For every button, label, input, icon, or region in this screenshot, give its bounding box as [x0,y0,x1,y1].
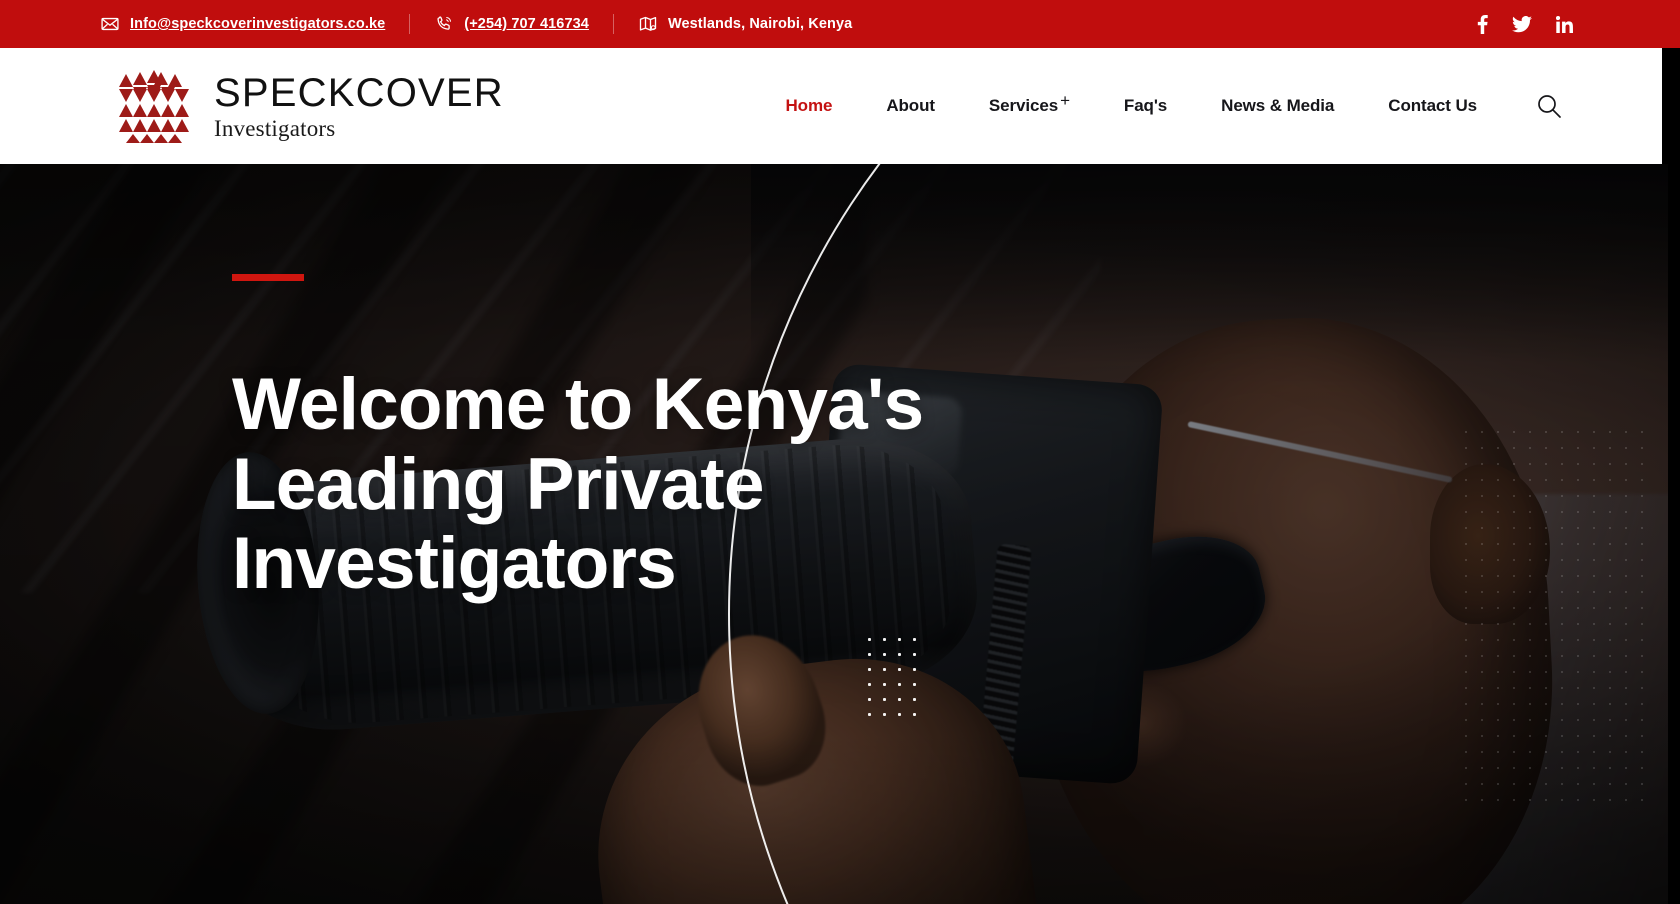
hero-content: Welcome to Kenya's Leading Private Inves… [232,274,962,604]
hero-section: Welcome to Kenya's Leading Private Inves… [0,164,1668,904]
phone-icon [434,14,454,34]
site-logo[interactable]: SPECKCOVER Investigators [108,66,504,146]
nav-item-faqs[interactable]: Faq's [1097,96,1194,116]
contact-info-group: Info@speckcoverinvestigators.co.ke (+254… [100,14,852,34]
linkedin-icon[interactable] [1556,15,1573,33]
contact-phone-text: (+254) 707 416734 [464,16,589,32]
triangle-grid-logo-icon [108,66,200,146]
nav-item-about[interactable]: About [859,96,962,116]
contact-divider [409,14,411,34]
contact-email[interactable]: Info@speckcoverinvestigators.co.ke [100,14,385,34]
logo-text: SPECKCOVER Investigators [214,73,504,140]
envelope-icon [100,14,120,34]
contact-email-text: Info@speckcoverinvestigators.co.ke [130,16,386,32]
hero-accent-bar [232,274,304,281]
contact-address-text: Westlands, Nairobi, Kenya [667,16,853,32]
top-contact-bar: Info@speckcoverinvestigators.co.ke (+254… [0,0,1668,48]
white-dot-grid-decoration [862,632,922,724]
search-icon[interactable] [1536,93,1562,119]
site-header: SPECKCOVER Investigators Home About Serv… [0,48,1662,164]
nav-item-services[interactable]: Services + [962,91,1097,116]
nav-item-services-label: Services [988,96,1059,115]
contact-divider [612,14,614,34]
page-right-edge-top [1668,0,1680,48]
social-links [1477,14,1573,34]
hero-title: Welcome to Kenya's Leading Private Inves… [232,364,924,605]
plus-icon: + [1060,91,1070,110]
nav-item-contact-us[interactable]: Contact Us [1361,96,1504,116]
logo-primary-text: SPECKCOVER [214,70,504,115]
facebook-icon[interactable] [1477,14,1488,34]
page-right-edge [1668,48,1680,904]
contact-address: Westlands, Nairobi, Kenya [638,14,852,34]
twitter-icon[interactable] [1512,15,1532,33]
map-icon [638,14,658,34]
page-root: Info@speckcoverinvestigators.co.ke (+254… [0,0,1680,904]
main-navigation: Home About Services + Faq's News & Media … [758,91,1662,119]
contact-phone[interactable]: (+254) 707 416734 [434,14,589,34]
nav-item-news-media[interactable]: News & Media [1194,96,1361,116]
faint-dot-grid-decoration [1458,424,1648,804]
logo-secondary-text: Investigators [214,115,336,141]
nav-item-home[interactable]: Home [758,96,859,116]
